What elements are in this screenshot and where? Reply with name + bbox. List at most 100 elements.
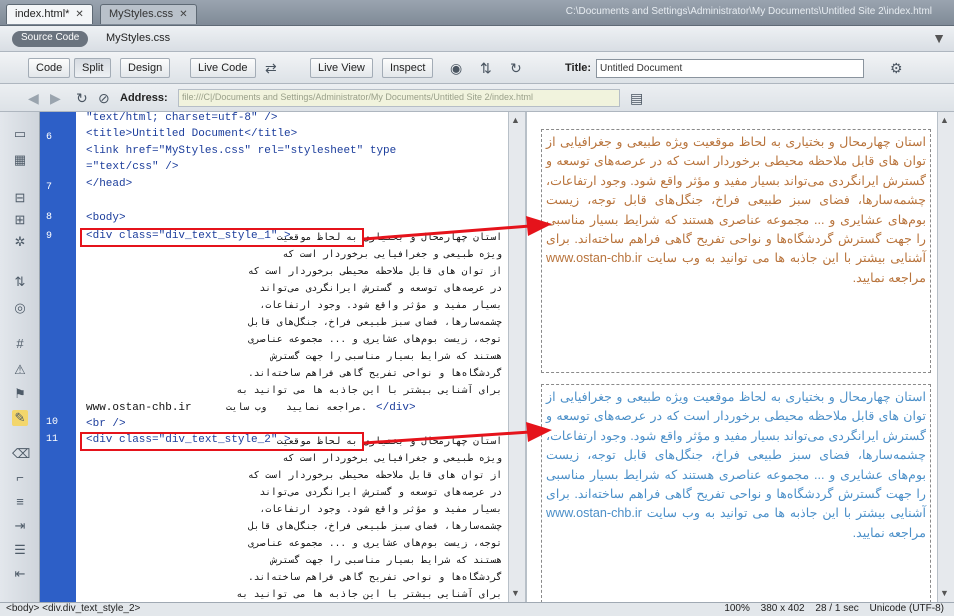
line-number: 10 <box>46 417 59 428</box>
visual-aids-icon[interactable]: ⚙ <box>890 60 903 77</box>
remove-comment-icon[interactable]: ⌫ <box>12 446 30 462</box>
code-scrollbar[interactable]: ▲ ▼ <box>508 112 525 602</box>
indent-code-icon[interactable]: ⇥ <box>12 518 28 534</box>
line-number-gutter: 6 7 8 9 10 11 <box>40 112 76 602</box>
address-input[interactable]: file:///C|/Documents and Settings/Admini… <box>178 89 620 107</box>
persian-code-line: بسیار مفید و مؤثر واقع شود. وجود ارتفاعا… <box>259 504 502 515</box>
back-icon[interactable]: ◀ <box>28 90 39 107</box>
persian-code-line: گردشگاه‌ها و نواحی تفریح گاهی فراهم ساخت… <box>247 572 502 583</box>
persian-code-line: در عرصه‌های توسعه و گسترش ایرانگردی می‌ت… <box>259 487 502 498</box>
persian-code-line: گردشگاه‌ها و نواحی تفریح گاهی فراهم ساخت… <box>247 368 502 379</box>
related-file-link[interactable]: MyStyles.css <box>106 32 170 44</box>
design-view-button[interactable]: Design <box>120 58 171 78</box>
persian-code-line: چشمه‌سارها، فضای سبز طبیعی فراخ، جنگل‌ها… <box>247 521 502 532</box>
persian-code-line: وب سایت <box>226 402 267 413</box>
collapse-selection-icon[interactable]: ⊞ <box>12 212 28 228</box>
inspect-button[interactable]: Inspect <box>382 58 434 78</box>
syntax-error-alerts-icon[interactable]: ⚑ <box>12 386 28 402</box>
refresh-icon[interactable]: ↻ <box>76 90 88 107</box>
select-parent-tag-icon[interactable]: ⇅ <box>12 274 28 290</box>
persian-code-line: هستند که شرایط بسیار مناسبی را جهت گسترش <box>271 351 502 362</box>
design-view[interactable]: استان چهارمحال و بختیاری به لحاظ موقعیت … <box>525 112 937 608</box>
line-number: 11 <box>46 434 59 445</box>
encoding: Unicode (UTF-8) <box>869 603 944 614</box>
refresh-icon[interactable]: ↻ <box>510 60 522 77</box>
persian-code-line: توجه، زیست بوم‌های عشایری و ... مجموعه ع… <box>248 538 502 549</box>
related-files-bar: Source Code MyStyles.css ▼ <box>0 26 954 52</box>
close-icon[interactable]: ✕ <box>179 9 187 20</box>
split-view-button[interactable]: Split <box>74 58 112 78</box>
document-tab-bar: index.html* ✕ MyStyles.css ✕ C:\Documents … <box>0 0 954 26</box>
code-line: <body> <box>86 212 126 224</box>
document-toolbar: Code Split Design Live Code ⇄ Live View … <box>0 52 954 84</box>
format-source-code-icon[interactable]: ☰ <box>12 542 28 558</box>
code-view-button[interactable]: Code <box>28 58 71 78</box>
tab-label: index.html* <box>15 8 70 20</box>
file-management-icon[interactable]: ⇅ <box>480 60 492 77</box>
show-code-navigator-icon[interactable]: ▦ <box>12 152 28 168</box>
scroll-up-icon[interactable]: ▲ <box>940 115 949 125</box>
expand-all-icon[interactable]: ✲ <box>12 234 28 250</box>
code-view[interactable]: "text/html; charset=utf-8" /> <title>Unt… <box>76 112 508 602</box>
code-line: ="text/css" /> <box>86 161 179 173</box>
highlight-invalid-code-icon[interactable]: ⚠ <box>12 362 28 378</box>
persian-code-line: توجه، زیست بوم‌های عشایری و ... مجموعه ع… <box>248 334 502 345</box>
forward-icon[interactable]: ▶ <box>50 90 61 107</box>
browser-navigation-bar: ◀ ▶ ↻ ⊘ Address: file:///C|/Documents an… <box>0 84 954 112</box>
div-2-highlight <box>80 432 364 451</box>
live-view-button[interactable]: Live View <box>310 58 373 78</box>
apply-comment-icon[interactable]: ✎ <box>12 410 28 426</box>
home-icon[interactable]: ⊘ <box>98 90 110 107</box>
persian-code-line: برای آشنایی بیشتر با این جاذبه ها می توا… <box>236 589 502 600</box>
recent-snippets-icon[interactable]: ≡ <box>12 494 28 510</box>
wrap-tag-icon[interactable]: ⌐ <box>12 470 28 486</box>
persian-code-line: از توان های قابل ملاحظه محیطی برخوردار ا… <box>248 470 502 481</box>
close-icon[interactable]: ✕ <box>75 9 83 20</box>
persian-code-line: از توان های قابل ملاحظه محیطی برخوردار ا… <box>248 266 502 277</box>
dreamweaver-window: index.html* ✕ MyStyles.css ✕ C:\Documents … <box>0 0 954 616</box>
div-text-style-2-box[interactable]: استان چهارمحال و بختیاری به لحاظ موقعیت … <box>541 384 931 608</box>
code-line: <br /> <box>86 418 126 430</box>
address-label: Address: <box>120 92 168 104</box>
title-label: Title: <box>565 62 592 74</box>
outdent-code-icon[interactable]: ⇤ <box>12 566 28 582</box>
filter-icon[interactable]: ▼ <box>932 30 946 46</box>
persian-code-line: چشمه‌سارها، فضای سبز طبیعی فراخ، جنگل‌ها… <box>247 317 502 328</box>
zoom-level[interactable]: 100% <box>724 603 750 614</box>
tab-index-html[interactable]: index.html* ✕ <box>6 4 93 24</box>
document-path: C:\Documents and Settings\Administrator\… <box>565 6 932 17</box>
tab-label: MyStyles.css <box>109 8 174 20</box>
div-text-style-1-box[interactable]: استان چهارمحال و بختیاری به لحاظ موقعیت … <box>541 129 931 373</box>
line-number: 8 <box>46 212 53 223</box>
code-line: </div> <box>376 402 416 414</box>
status-bar: <body> <div.div_text_style_2> 100% 380 x… <box>0 602 954 616</box>
persian-code-line: در عرصه‌های توسعه و گسترش ایرانگردی می‌ت… <box>259 283 502 294</box>
div-1-highlight <box>80 228 364 247</box>
window-size[interactable]: 380 x 402 <box>761 603 805 614</box>
persian-code-line: مراجعه نمایید. <box>286 402 367 413</box>
browser-preview-icon[interactable]: ◉ <box>450 60 462 77</box>
code-line: <link href="MyStyles.css" rel="styleshee… <box>86 145 397 157</box>
scroll-down-icon[interactable]: ▼ <box>511 588 520 598</box>
line-number: 6 <box>46 132 53 143</box>
tag-selector[interactable]: <body> <div.div_text_style_2> <box>6 603 140 614</box>
document-title-input[interactable] <box>596 59 864 78</box>
code-line: "text/html; charset=utf-8" /> <box>86 112 278 124</box>
scroll-down-icon[interactable]: ▼ <box>940 588 949 598</box>
persian-code-line: هستند که شرایط بسیار مناسبی را جهت گسترش <box>271 555 502 566</box>
file-size-download-time: 28 / 1 sec <box>815 603 859 614</box>
tab-mystyles-css[interactable]: MyStyles.css ✕ <box>100 4 197 24</box>
live-code-button[interactable]: Live Code <box>190 58 256 78</box>
line-numbers-icon[interactable]: # <box>12 336 28 352</box>
code-line: <title>Untitled Document</title> <box>86 128 298 140</box>
status-info: 100% 380 x 402 28 / 1 sec Unicode (UTF-8… <box>716 603 944 614</box>
source-code-button[interactable]: Source Code <box>12 31 89 47</box>
balance-braces-icon[interactable]: ◎ <box>12 300 28 316</box>
collapse-full-tag-icon[interactable]: ⊟ <box>12 190 28 206</box>
design-scrollbar[interactable]: ▲ ▼ <box>937 112 954 602</box>
options-icon[interactable]: ▤ <box>630 90 643 107</box>
check-browser-compatibility-icon[interactable]: ⇄ <box>265 60 277 77</box>
url-code-line: www.ostan-chb.ir <box>86 402 192 414</box>
open-documents-icon[interactable]: ▭ <box>12 126 28 142</box>
scroll-up-icon[interactable]: ▲ <box>511 115 520 125</box>
